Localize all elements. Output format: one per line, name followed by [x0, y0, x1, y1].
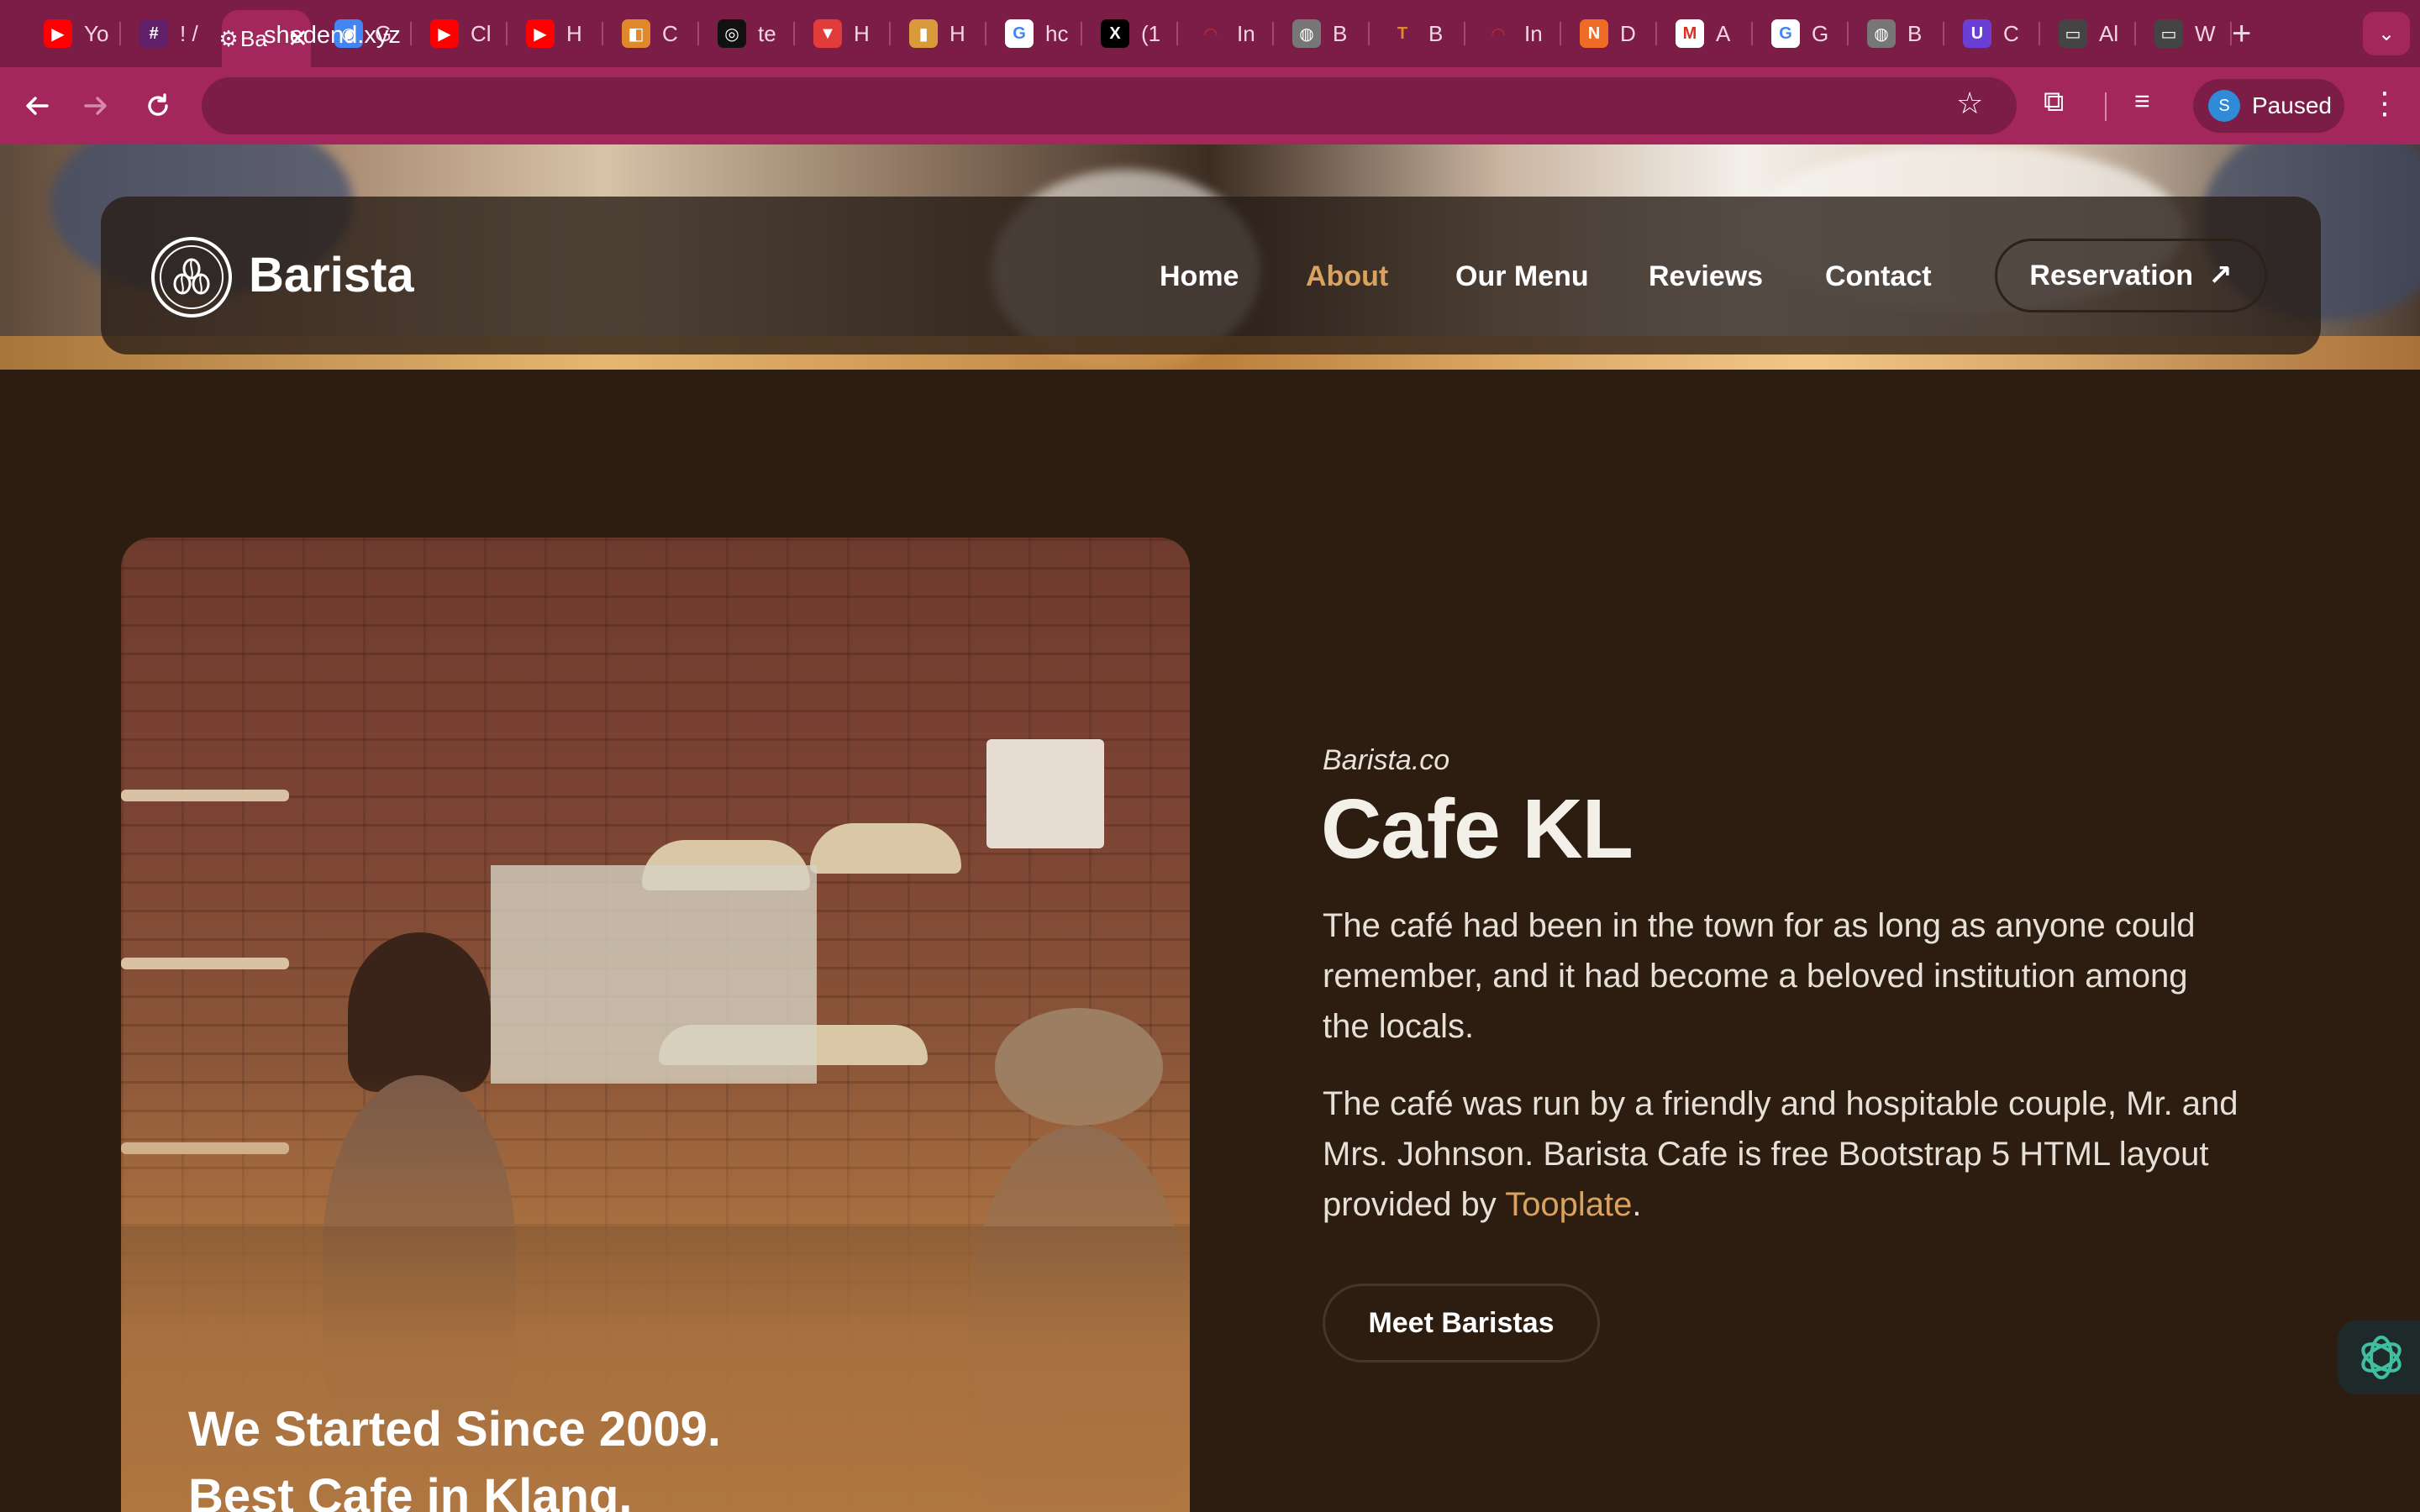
tab-16[interactable]: ND: [1561, 13, 1657, 54]
nav-link-reviews[interactable]: Reviews: [1649, 260, 1763, 293]
tab-5[interactable]: ▶ H: [508, 13, 603, 54]
address-bar[interactable]: [202, 77, 2017, 134]
wall-menu-board: [491, 865, 817, 1084]
extensions-icon[interactable]: ⧉: [2044, 86, 2064, 118]
page-icon: ▭: [2154, 19, 2183, 48]
browser-menu-icon[interactable]: ⋮: [2370, 86, 2400, 121]
reload-button[interactable]: [138, 86, 178, 126]
triangle-icon: ▼: [813, 19, 842, 48]
slack-icon: #: [139, 19, 168, 48]
tab-19[interactable]: ◍ B: [1849, 13, 1944, 54]
url-text[interactable]: shedend.xyz: [264, 22, 401, 50]
tab-search-button[interactable]: ⌄: [2363, 12, 2410, 55]
tab-15[interactable]: ◠ In: [1465, 13, 1561, 54]
tab-7[interactable]: ◎ te: [699, 13, 795, 54]
github-icon: ◎: [718, 19, 746, 48]
tab-21[interactable]: ▭ Al: [2040, 13, 2136, 54]
profile-status: Paused: [2252, 92, 2332, 118]
youtube-icon: ▶: [526, 19, 555, 48]
nav-link-contact[interactable]: Contact: [1825, 260, 1932, 293]
tab-13[interactable]: ◍ B: [1274, 13, 1370, 54]
gauge-icon: ◠: [1491, 24, 1505, 44]
tab-8[interactable]: ▼ H: [795, 13, 891, 54]
site-info-icon[interactable]: ⚙: [215, 25, 242, 52]
back-button[interactable]: [17, 86, 57, 126]
back-arrow-icon: [26, 97, 49, 115]
nav-link-home[interactable]: Home: [1160, 260, 1239, 293]
brand-name[interactable]: Barista: [249, 247, 414, 303]
bottle-icon: ▮: [909, 19, 938, 48]
avatar: S: [2208, 90, 2240, 122]
gauge-icon: ◠: [1204, 24, 1218, 44]
youtube-icon: ▶: [44, 19, 72, 48]
frame-icon: ◧: [622, 19, 650, 48]
arrow-up-right-icon: ↗: [2208, 260, 2233, 291]
assistant-widget-button[interactable]: [2338, 1320, 2420, 1394]
tab-20[interactable]: UC: [1944, 13, 2040, 54]
toolbar-divider: [2105, 92, 2107, 121]
tab-18[interactable]: GG: [1753, 13, 1849, 54]
coffee-beans-logo-icon[interactable]: [151, 237, 232, 318]
google-icon: G: [1771, 19, 1800, 48]
n-icon: N: [1580, 19, 1608, 48]
google-icon: G: [1005, 19, 1034, 48]
caption-line-2: Best Cafe in Klang.: [188, 1469, 633, 1512]
tab-22[interactable]: ▭ W: [2136, 13, 2232, 54]
tab-14[interactable]: TB: [1370, 13, 1465, 54]
tab-11[interactable]: X (1: [1082, 13, 1178, 54]
x-icon: X: [1101, 19, 1129, 48]
tab-6[interactable]: ◧ C: [603, 13, 699, 54]
tab-4[interactable]: ▶ Cl: [412, 13, 508, 54]
reload-icon: [148, 93, 168, 116]
globe-icon: ◍: [1292, 19, 1321, 48]
reservation-label: Reservation: [2029, 259, 2194, 291]
nav-link-about[interactable]: About: [1306, 260, 1388, 293]
media-controls-icon[interactable]: ≡: [2134, 86, 2150, 117]
forward-button[interactable]: [76, 86, 116, 126]
forward-arrow-icon: [84, 97, 107, 115]
u-icon: U: [1963, 19, 1991, 48]
openai-knot-icon: [2361, 1336, 2402, 1379]
profile-button[interactable]: S Paused: [2193, 79, 2344, 133]
tab-17[interactable]: MA: [1657, 13, 1753, 54]
caption-line-1: We Started Since 2009.: [188, 1402, 722, 1457]
page-icon: ▭: [2059, 19, 2087, 48]
tab-0[interactable]: ▶ Yo: [25, 13, 121, 54]
about-paragraph-2: The café was run by a friendly and hospi…: [1323, 1079, 2238, 1230]
meet-baristas-button[interactable]: Meet Baristas: [1323, 1284, 1600, 1362]
about-paragraph-1: The café had been in the town for as lon…: [1323, 907, 2196, 1045]
globe-icon: ◍: [1867, 19, 1896, 48]
photo-caption: We Started Since 2009. Best Cafe in Klan…: [188, 1396, 721, 1512]
tooplate-link[interactable]: Tooplate: [1505, 1186, 1632, 1223]
reservation-button[interactable]: Reservation ↗: [1995, 239, 2267, 312]
youtube-icon: ▶: [430, 19, 459, 48]
tab-12[interactable]: ◠ In: [1178, 13, 1274, 54]
t-icon: T: [1397, 24, 1408, 43]
about-paragraph-2-text: The café was run by a friendly and hospi…: [1323, 1085, 2238, 1223]
browser-toolbar: ☆ ⧉ ≡ S Paused ⋮: [0, 67, 2420, 144]
tab-1[interactable]: #! /: [121, 13, 222, 54]
bookmark-star-icon[interactable]: ☆: [1956, 86, 1983, 121]
gmail-icon: M: [1676, 19, 1704, 48]
tab-9[interactable]: ▮ H: [891, 13, 986, 54]
about-paragraph-2-end: .: [1632, 1186, 1642, 1223]
section-eyebrow: Barista.co: [1323, 744, 1450, 776]
tab-10[interactable]: Ghc: [986, 13, 1082, 54]
new-tab-button[interactable]: +: [2232, 15, 2251, 53]
barista-photo: We Started Since 2009. Best Cafe in Klan…: [121, 538, 1190, 1512]
nav-link-our-menu[interactable]: Our Menu: [1455, 260, 1589, 293]
section-title: Cafe KL: [1321, 782, 1634, 876]
